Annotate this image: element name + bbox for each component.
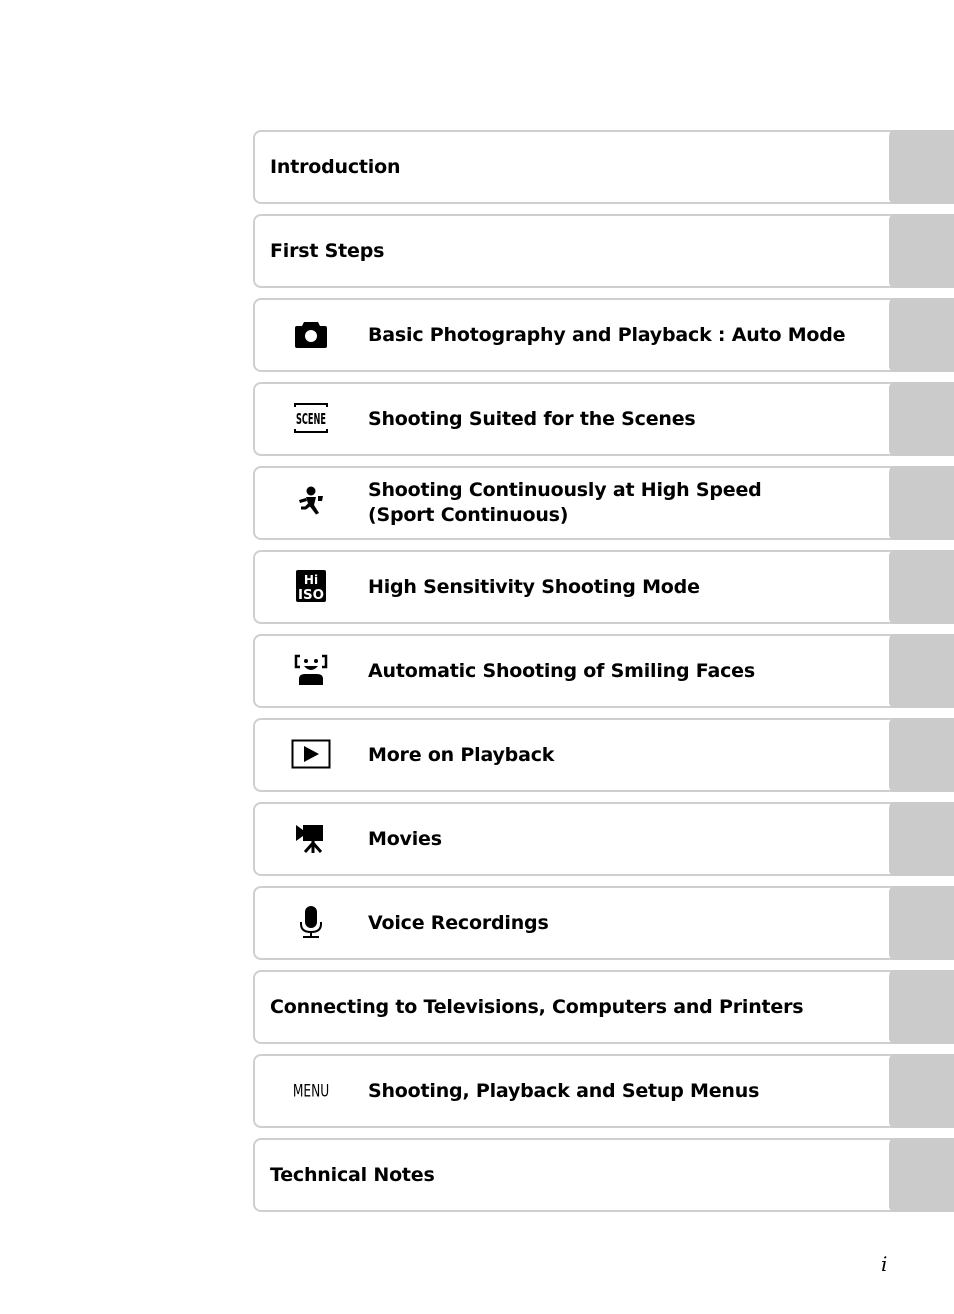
microphone-icon (291, 904, 331, 940)
section-tab[interactable] (889, 466, 954, 540)
toc-item-smiling-faces[interactable]: Automatic Shooting of Smiling Faces (253, 634, 954, 708)
sport-continuous-icon (291, 484, 331, 520)
toc-item-box (253, 886, 915, 960)
hi-iso-icon: Hi ISO (291, 568, 331, 604)
section-tab[interactable] (889, 550, 954, 624)
toc-item-label: First Steps (270, 239, 385, 262)
toc-item-auto-mode[interactable]: Basic Photography and Playback : Auto Mo… (253, 298, 954, 372)
toc-item-label-line2: (Sport Continuous) (368, 504, 569, 526)
section-tab[interactable] (889, 298, 954, 372)
toc-item-box (253, 802, 915, 876)
toc-item-label: Introduction (270, 155, 401, 178)
toc-item-label: Automatic Shooting of Smiling Faces (368, 659, 755, 682)
smile-icon (291, 652, 331, 688)
svg-text:ISO: ISO (298, 588, 324, 603)
toc-item-label: Voice Recordings (368, 911, 549, 934)
scene-icon: SCENE (291, 400, 331, 436)
section-tab[interactable] (889, 1138, 954, 1212)
toc-item-label: Basic Photography and Playback : Auto Mo… (368, 323, 846, 346)
toc-item-label: High Sensitivity Shooting Mode (368, 575, 700, 598)
svg-text:SCENE: SCENE (296, 410, 326, 428)
toc-item-menus[interactable]: MENU Shooting, Playback and Setup Menus (253, 1054, 954, 1128)
playback-icon (291, 736, 331, 772)
section-tab[interactable] (889, 886, 954, 960)
toc-item-movies[interactable]: Movies (253, 802, 954, 876)
toc-item-label: Connecting to Televisions, Computers and… (270, 995, 804, 1018)
toc-item-technical-notes[interactable]: Technical Notes (253, 1138, 954, 1212)
section-tab[interactable] (889, 214, 954, 288)
toc-item-label-line1: Shooting Continuously at High Speed (368, 479, 762, 501)
section-tab[interactable] (889, 130, 954, 204)
movie-icon (291, 820, 331, 856)
toc-item-playback[interactable]: More on Playback (253, 718, 954, 792)
camera-icon (291, 316, 331, 352)
section-tab[interactable] (889, 718, 954, 792)
menu-icon: MENU (291, 1072, 331, 1108)
section-tab[interactable] (889, 634, 954, 708)
toc-item-high-sensitivity[interactable]: Hi ISO High Sensitivity Shooting Mode (253, 550, 954, 624)
section-tab[interactable] (889, 382, 954, 456)
table-of-contents: Introduction First Steps Basic Photograp… (253, 130, 954, 1222)
toc-item-voice-recordings[interactable]: Voice Recordings (253, 886, 954, 960)
toc-item-introduction[interactable]: Introduction (253, 130, 954, 204)
toc-item-box (253, 718, 915, 792)
toc-item-label: More on Playback (368, 743, 555, 766)
toc-item-connecting[interactable]: Connecting to Televisions, Computers and… (253, 970, 954, 1044)
toc-item-label: Shooting Suited for the Scenes (368, 407, 696, 430)
toc-item-label: Shooting Continuously at High Speed (Spo… (368, 466, 762, 540)
toc-item-label: Movies (368, 827, 442, 850)
svg-text:Hi: Hi (304, 573, 318, 587)
svg-text:MENU: MENU (293, 1081, 329, 1101)
toc-item-scenes[interactable]: SCENE Shooting Suited for the Scenes (253, 382, 954, 456)
page-number: i (881, 1252, 888, 1276)
toc-item-label: Technical Notes (270, 1163, 435, 1186)
section-tab[interactable] (889, 1054, 954, 1128)
toc-item-sport-continuous[interactable]: Shooting Continuously at High Speed (Spo… (253, 466, 954, 540)
toc-item-first-steps[interactable]: First Steps (253, 214, 954, 288)
section-tab[interactable] (889, 970, 954, 1044)
section-tab[interactable] (889, 802, 954, 876)
toc-item-label: Shooting, Playback and Setup Menus (368, 1079, 760, 1102)
